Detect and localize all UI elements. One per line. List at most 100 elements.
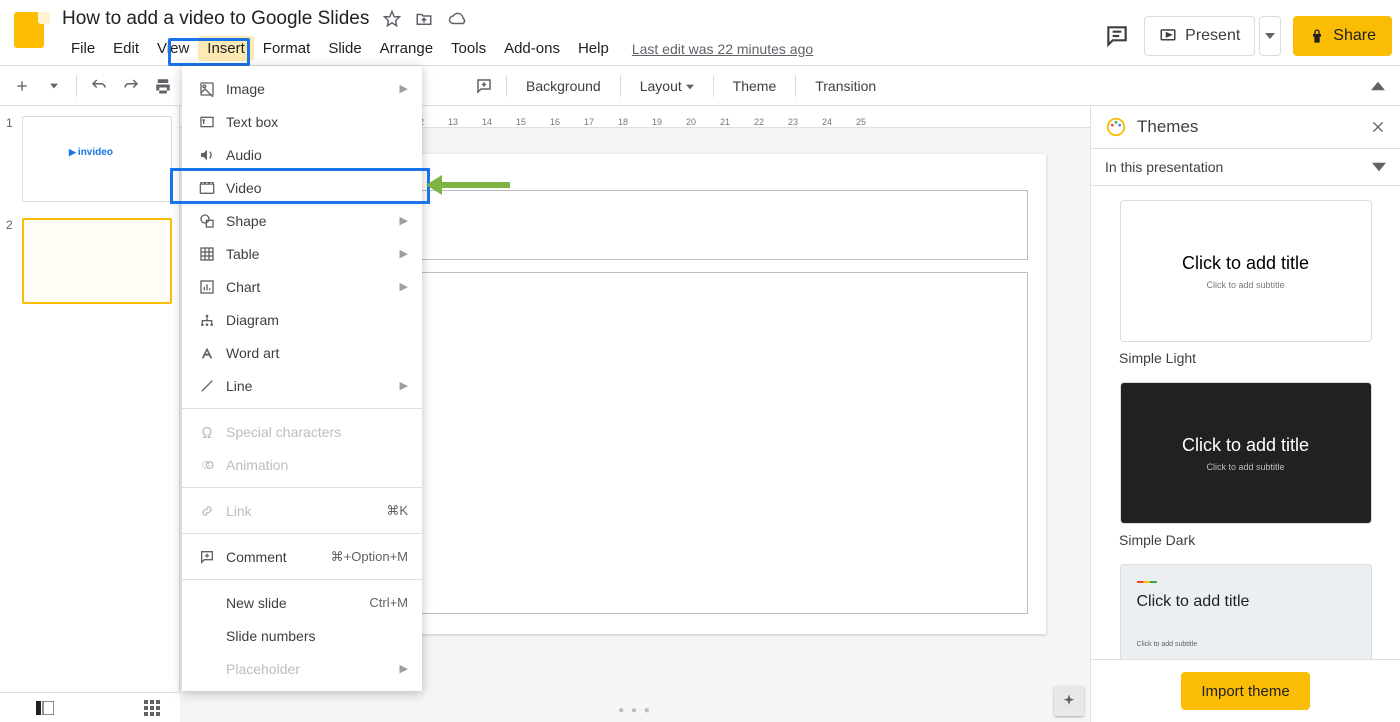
menu-slide[interactable]: Slide xyxy=(319,36,370,61)
menu-item-label: Diagram xyxy=(226,312,279,328)
cloud-icon[interactable] xyxy=(447,10,467,28)
menu-addons[interactable]: Add-ons xyxy=(495,36,569,61)
themes-panel: Themes In this presentation Click to add… xyxy=(1090,106,1400,722)
wordart-icon xyxy=(196,345,218,361)
theme-list[interactable]: Click to add title Click to add subtitle… xyxy=(1091,186,1400,659)
menu-item-shape[interactable]: Shape▶ xyxy=(182,204,422,237)
theme-card-streamline[interactable]: Click to add title Click to add subtitle xyxy=(1120,564,1372,659)
menu-bar: File Edit View Insert Format Slide Arran… xyxy=(62,36,1102,61)
new-slide-dropdown[interactable] xyxy=(40,72,68,100)
explore-button[interactable] xyxy=(1054,686,1084,716)
redo-button[interactable] xyxy=(117,72,145,100)
resize-handle[interactable]: ● ● ● xyxy=(618,705,652,716)
textbox-icon xyxy=(196,114,218,130)
theme-card-simple-dark[interactable]: Click to add title Click to add subtitle xyxy=(1120,382,1372,524)
menu-item-slide-numbers[interactable]: Slide numbers xyxy=(182,619,422,652)
menu-item-new-slide[interactable]: New slideCtrl+M xyxy=(182,586,422,619)
menu-item-link: Link⌘K xyxy=(182,494,422,527)
background-button[interactable]: Background xyxy=(515,77,612,95)
diagram-icon xyxy=(196,312,218,328)
add-comment-button[interactable] xyxy=(470,72,498,100)
star-icon[interactable] xyxy=(383,10,401,28)
menu-view[interactable]: View xyxy=(148,36,198,61)
comments-icon[interactable] xyxy=(1102,21,1132,51)
chevron-right-icon: ▶ xyxy=(400,247,408,260)
menu-item-label: Word art xyxy=(226,345,279,361)
comment-icon xyxy=(196,549,218,565)
invideo-logo: invideo xyxy=(69,147,113,158)
menu-item-diagram[interactable]: Diagram xyxy=(182,303,422,336)
new-slide-button[interactable] xyxy=(8,72,36,100)
insert-dropdown: Image▶Text boxAudioVideoShape▶Table▶Char… xyxy=(182,66,422,691)
filmstrip: 1 invideo 2 xyxy=(0,106,180,722)
layout-button[interactable]: Layout xyxy=(629,77,705,95)
chart-icon xyxy=(196,279,218,295)
menu-item-comment[interactable]: Comment⌘+Option+M xyxy=(182,540,422,573)
menu-item-label: Table xyxy=(226,246,259,262)
menu-item-label: Placeholder xyxy=(226,661,300,677)
menu-item-line[interactable]: Line ▶ xyxy=(182,369,422,402)
menu-item-label: Special characters xyxy=(226,424,341,440)
slide-thumb-2[interactable]: 2 xyxy=(0,214,179,316)
theme-card-simple-light[interactable]: Click to add title Click to add subtitle xyxy=(1120,200,1372,342)
menu-item-label: Chart xyxy=(226,279,260,295)
chevron-right-icon: ▶ xyxy=(400,662,408,675)
in-this-presentation[interactable]: In this presentation xyxy=(1091,148,1400,186)
share-label: Share xyxy=(1333,27,1376,45)
view-switcher xyxy=(0,692,180,722)
menu-item-label: Shape xyxy=(226,213,266,229)
grid-view-icon[interactable] xyxy=(144,700,160,716)
menu-item-video[interactable]: Video xyxy=(182,171,422,204)
menu-arrange[interactable]: Arrange xyxy=(371,36,442,61)
present-button[interactable]: Present xyxy=(1144,16,1255,56)
move-icon[interactable] xyxy=(415,10,433,28)
menu-item-label: Link xyxy=(226,503,252,519)
present-dropdown[interactable] xyxy=(1259,16,1281,56)
share-button[interactable]: Share xyxy=(1293,16,1392,56)
collapse-toolbar-button[interactable] xyxy=(1364,72,1392,100)
chevron-down-icon xyxy=(1372,160,1386,174)
menu-item-audio[interactable]: Audio xyxy=(182,138,422,171)
theme-button[interactable]: Theme xyxy=(722,77,788,95)
menu-item-label: Animation xyxy=(226,457,288,473)
menu-item-text-box[interactable]: Text box xyxy=(182,105,422,138)
menu-item-label: Slide numbers xyxy=(226,628,316,644)
menu-item-image[interactable]: Image▶ xyxy=(182,72,422,105)
shape-icon xyxy=(196,213,218,229)
menu-item-label: Comment xyxy=(226,549,287,565)
menu-item-label: Image xyxy=(226,81,265,97)
menu-item-label: Line xyxy=(226,378,252,394)
undo-button[interactable] xyxy=(85,72,113,100)
menu-item-label: New slide xyxy=(226,595,287,611)
menu-item-special-characters: Special characters xyxy=(182,415,422,448)
theme-name: Simple Dark xyxy=(1119,532,1386,548)
close-icon[interactable] xyxy=(1370,119,1386,135)
filmstrip-view-icon[interactable] xyxy=(36,701,54,715)
menu-file[interactable]: File xyxy=(62,36,104,61)
audio-icon xyxy=(196,147,218,163)
menu-item-chart[interactable]: Chart▶ xyxy=(182,270,422,303)
slide-thumb-1[interactable]: 1 invideo xyxy=(0,112,179,214)
menu-format[interactable]: Format xyxy=(254,36,320,61)
menu-item-word-art[interactable]: Word art xyxy=(182,336,422,369)
menu-item-label: Video xyxy=(226,180,262,196)
table-icon xyxy=(196,246,218,262)
menu-item-label: Text box xyxy=(226,114,278,130)
chevron-right-icon: ▶ xyxy=(400,379,408,392)
doc-title[interactable]: How to add a video to Google Slides xyxy=(62,8,369,30)
transition-button[interactable]: Transition xyxy=(804,77,887,95)
slides-logo[interactable] xyxy=(14,12,50,48)
theme-name: Simple Light xyxy=(1119,350,1386,366)
last-edit-link[interactable]: Last edit was 22 minutes ago xyxy=(632,41,813,57)
video-icon xyxy=(196,180,218,196)
menu-edit[interactable]: Edit xyxy=(104,36,148,61)
menu-tools[interactable]: Tools xyxy=(442,36,495,61)
menu-insert[interactable]: Insert xyxy=(198,36,254,61)
print-button[interactable] xyxy=(149,72,177,100)
themes-title: Themes xyxy=(1137,117,1198,137)
menu-item-table[interactable]: Table ▶ xyxy=(182,237,422,270)
arrow-annotation xyxy=(440,182,510,188)
menu-help[interactable]: Help xyxy=(569,36,618,61)
import-theme-button[interactable]: Import theme xyxy=(1181,672,1309,710)
menu-item-label: Audio xyxy=(226,147,262,163)
